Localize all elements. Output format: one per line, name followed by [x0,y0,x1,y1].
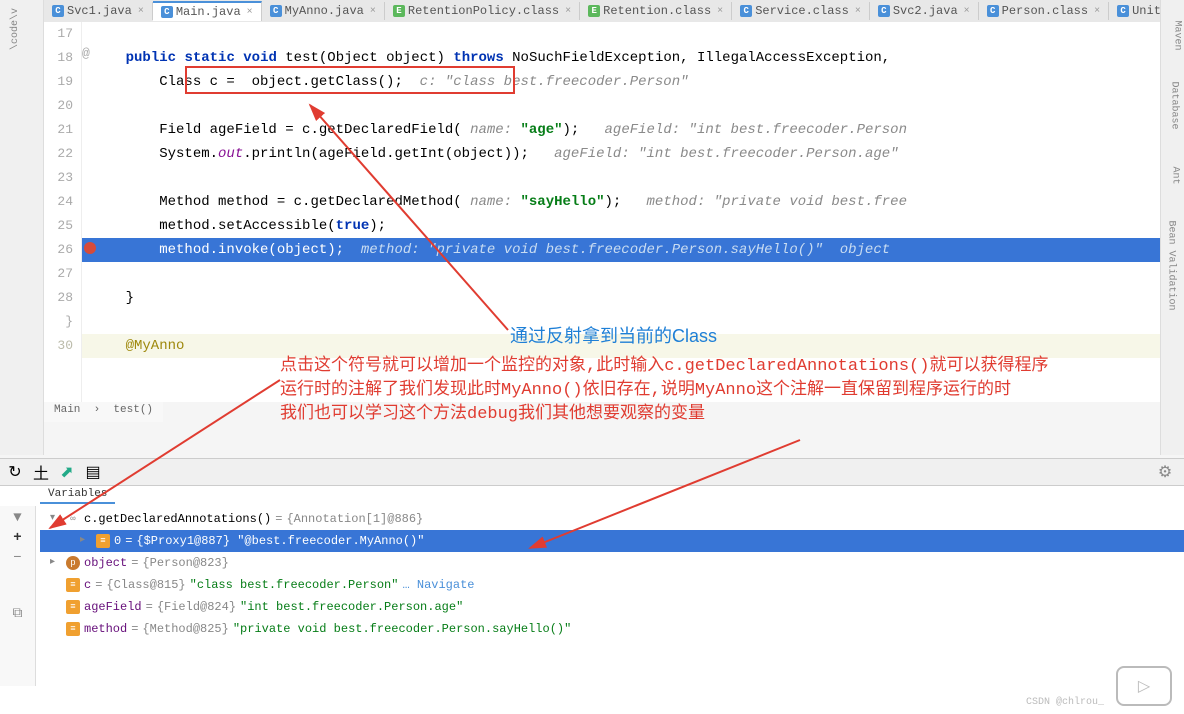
navigate-link[interactable]: … Navigate [402,574,474,596]
class-icon: E [393,5,405,17]
close-icon[interactable]: × [717,6,723,17]
java-icon: C [878,5,890,17]
remove-watch-icon[interactable]: − [10,550,26,566]
database-tool-button[interactable]: Database [1168,81,1179,129]
variable-row[interactable]: ▸ ≡ 0 = {$Proxy1@887} "@best.freecoder.M… [40,530,1184,552]
highlight-box [185,66,515,94]
video-play-widget[interactable]: ▷ [1116,666,1172,706]
tab-svc1[interactable]: CSvc1.java× [44,2,153,20]
editor-tab-bar: CSvc1.java× CMain.java× CMyAnno.java× ER… [44,0,1160,22]
java-icon: C [740,5,752,17]
close-icon[interactable]: × [138,6,144,17]
line-number-gutter: 17 18 19 20 21 22 23 24 25 26 27 28 } 30 [44,22,82,402]
restart-icon[interactable]: ↻ [6,463,24,481]
variable-row[interactable]: ≡ ageField = {Field@824} "int best.freec… [40,596,1184,618]
variable-row[interactable]: ≡ c = {Class@815} "class best.freecoder.… [40,574,1184,596]
tab-myanno[interactable]: CMyAnno.java× [262,2,385,20]
close-icon[interactable]: × [247,7,253,18]
param-icon: p [66,556,80,570]
variable-icon: ≡ [66,578,80,592]
red-annotation: 点击这个符号就可以增加一个监控的对象,此时输入c.getDeclaredAnno… [280,355,1120,426]
variables-tab[interactable]: Variables [40,486,115,504]
variables-gutter: ▼ + − ⧉ [0,506,36,686]
debug-toolbar: ↻ 土 ⬈ ▤ ⚙ [0,458,1184,486]
close-icon[interactable]: × [855,6,861,17]
java-icon: C [987,5,999,17]
close-icon[interactable]: × [565,6,571,17]
cursor-icon: ↖ [336,555,348,572]
close-icon[interactable]: × [370,6,376,17]
variable-icon: ≡ [66,622,80,636]
copy-icon[interactable]: ⧉ [10,606,26,622]
inline-at-marker: @ [82,46,90,61]
breadcrumb[interactable]: Main › test() [44,402,163,422]
calculator-icon[interactable]: ▤ [84,463,102,481]
right-tool-sidebar: Maven Database Ant Bean Validation [1160,0,1184,455]
class-icon: E [588,5,600,17]
close-icon[interactable]: × [964,6,970,17]
variable-row[interactable]: ▸ p object = {Person@823} [40,552,1184,574]
settings-icon[interactable]: ⚙ [1156,463,1174,481]
step-icon[interactable]: 土 [32,463,50,481]
breakpoint-icon[interactable] [84,242,96,254]
tab-main[interactable]: CMain.java× [153,1,262,21]
array-element-icon: ≡ [96,534,110,548]
close-icon[interactable]: × [1094,6,1100,17]
tab-retentionpolicy[interactable]: ERetentionPolicy.class× [385,2,580,20]
filter-icon[interactable]: ▼ [10,510,26,526]
watermark-text: CSDN @chlrou_ [1026,697,1104,708]
variable-row[interactable]: ▾ ∞ c.getDeclaredAnnotations() = {Annota… [40,508,1184,530]
arrow-icon[interactable]: ⬈ [58,463,76,481]
java-icon: C [270,5,282,17]
tab-svc2[interactable]: CSvc2.java× [870,2,979,20]
java-icon: C [52,5,64,17]
java-icon: C [1117,5,1129,17]
blue-annotation: 通过反射拿到当前的Class [510,322,717,348]
maven-tool-button[interactable]: Maven [1171,20,1182,50]
left-tool-sidebar: \code\v [0,0,44,455]
tab-retention[interactable]: ERetention.class× [580,2,732,20]
java-icon: C [161,6,173,18]
variable-row[interactable]: ≡ method = {Method@825} "private void be… [40,618,1184,640]
variable-icon: ≡ [66,600,80,614]
variables-tree[interactable]: ▾ ∞ c.getDeclaredAnnotations() = {Annota… [40,508,1184,640]
ant-tool-button[interactable]: Ant [1169,166,1180,184]
left-sidebar-label: \code\v [10,8,21,50]
bean-validation-tool-button[interactable]: Bean Validation [1165,220,1176,310]
watch-icon: ∞ [66,512,80,526]
debug-variables-panel: Variables ▼ + − ⧉ ▾ ∞ c.getDeclaredAnnot… [0,486,1184,714]
tab-service[interactable]: CService.class× [732,2,870,20]
tab-person[interactable]: CPerson.class× [979,2,1109,20]
add-watch-icon[interactable]: + [10,530,26,546]
